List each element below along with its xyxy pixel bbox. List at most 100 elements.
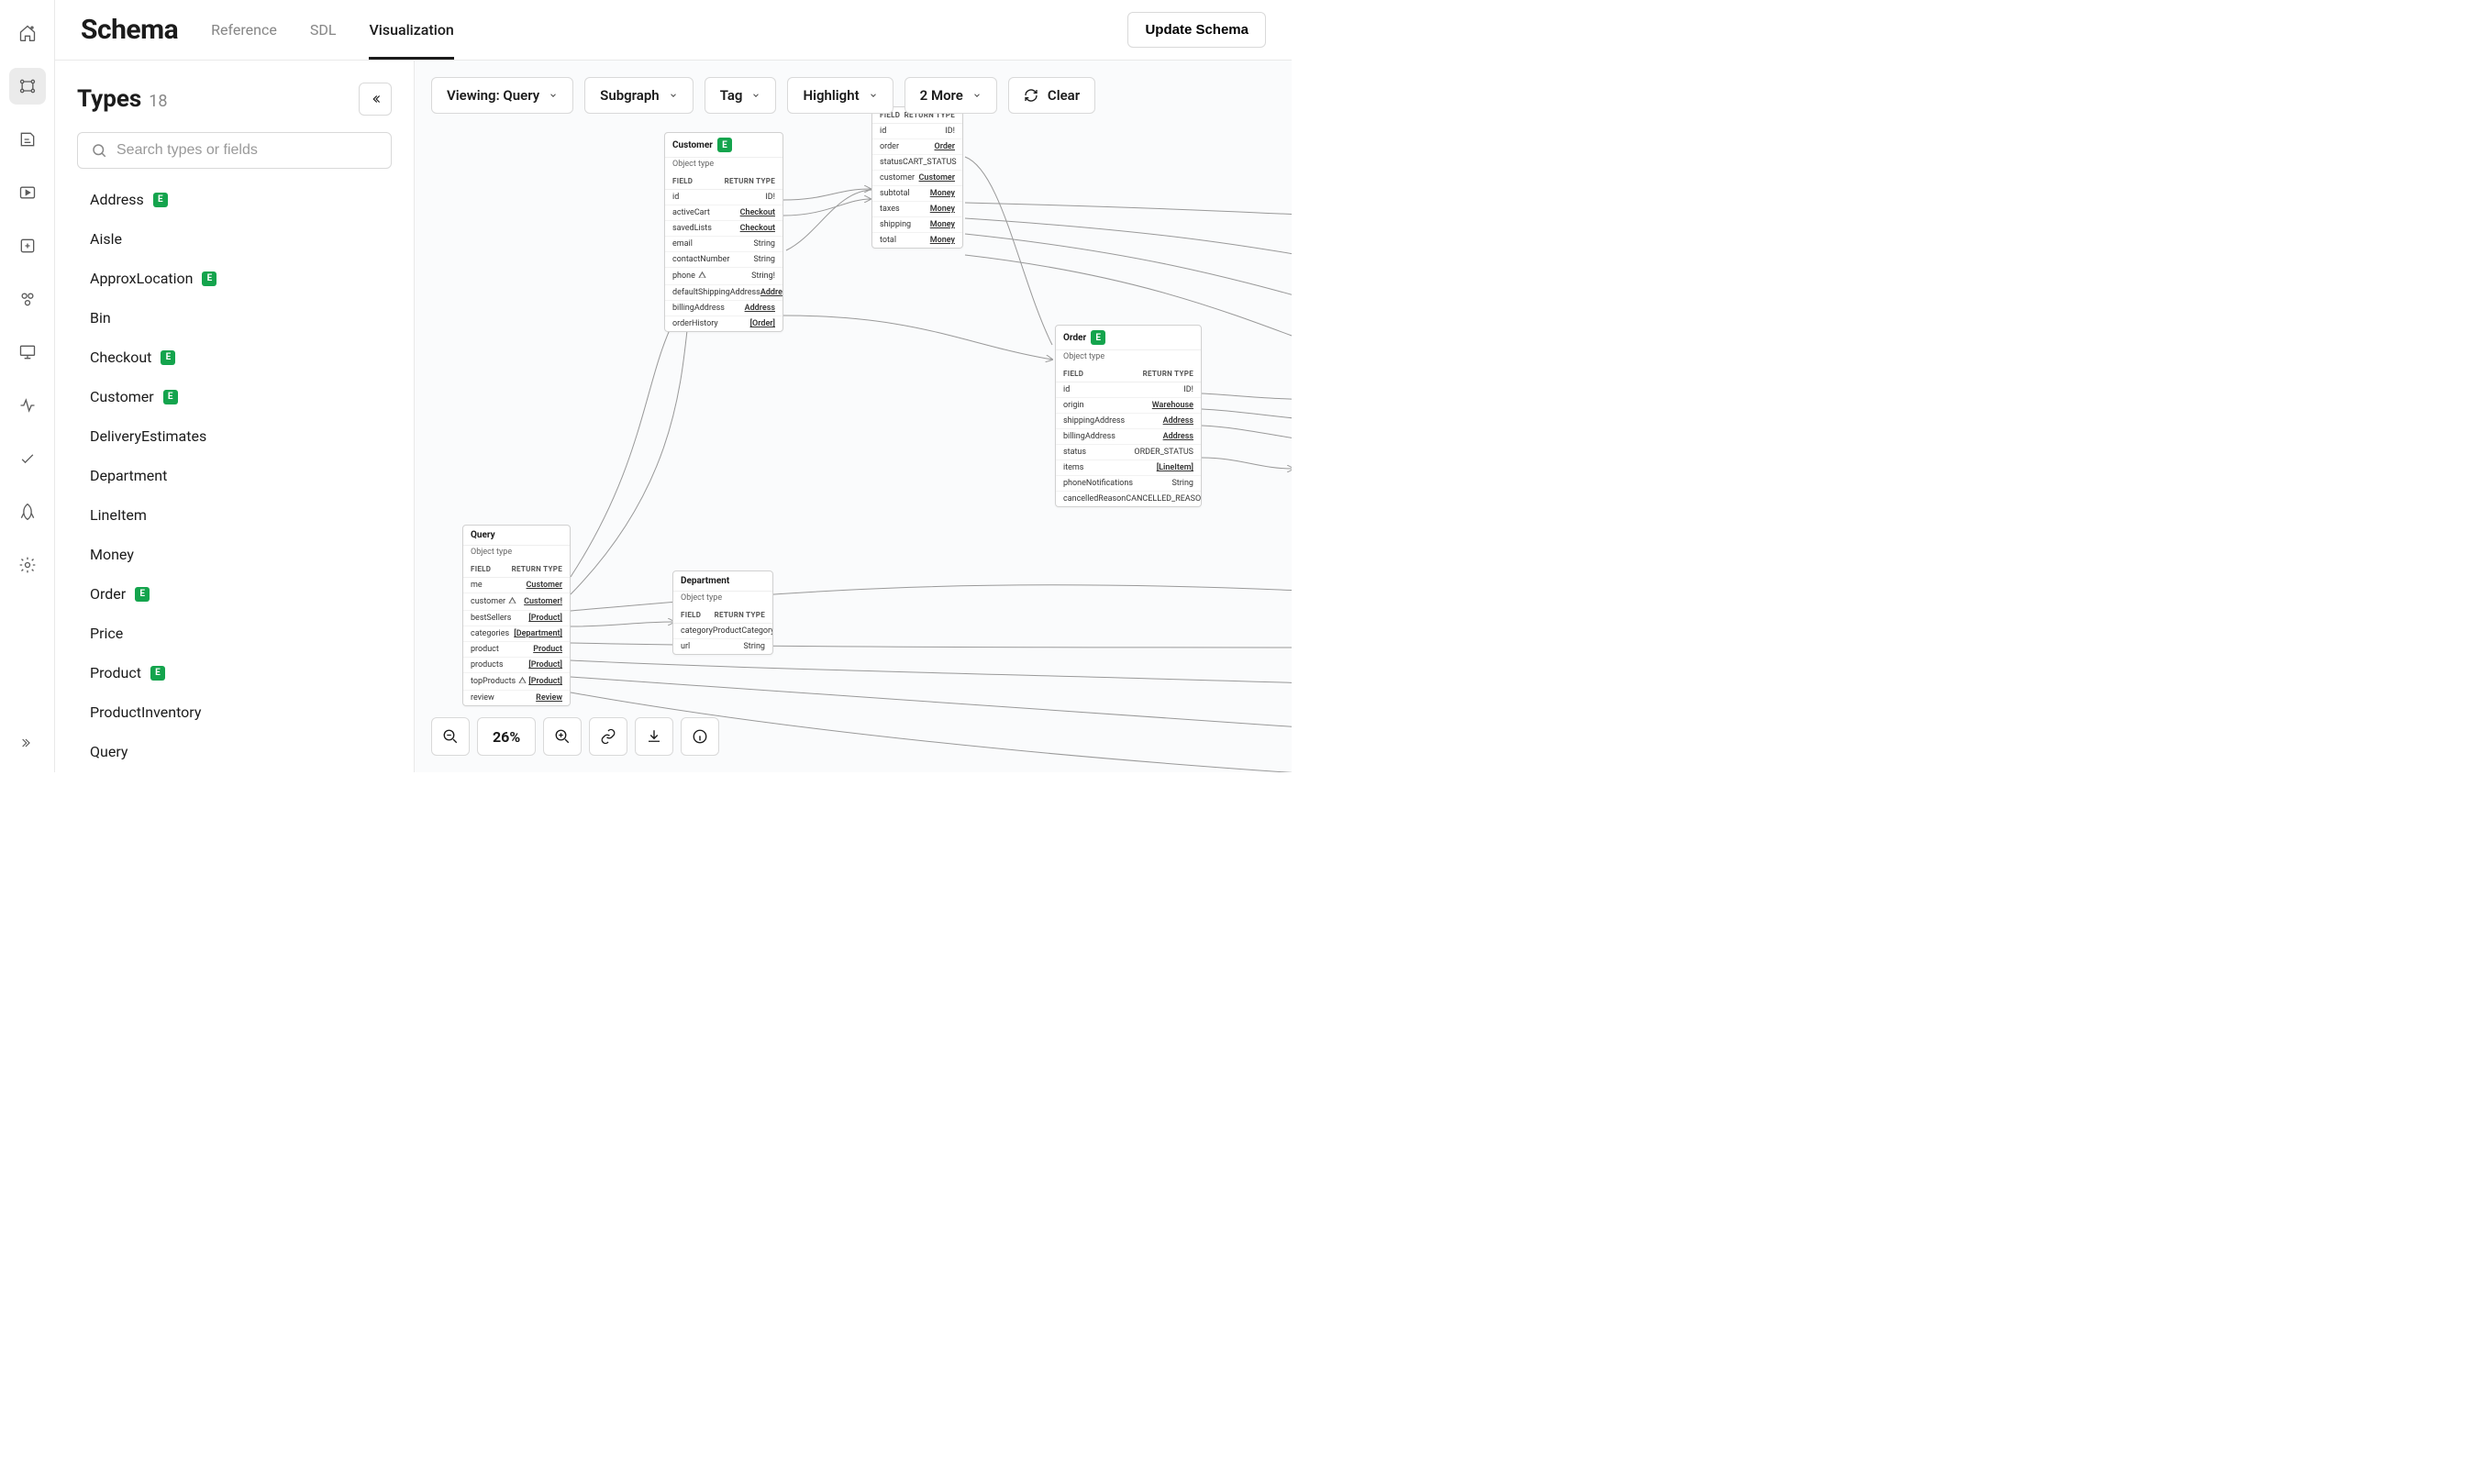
node-order[interactable]: OrderE Object type FIELDRETURN TYPE idID… xyxy=(1055,325,1202,507)
schema-graph-icon[interactable] xyxy=(9,68,46,105)
type-item-checkout[interactable]: CheckoutE xyxy=(77,338,392,377)
launch-icon[interactable] xyxy=(9,493,46,530)
field-row[interactable]: items[LineItem] xyxy=(1056,460,1201,476)
type-item-product[interactable]: ProductE xyxy=(77,653,392,692)
zoom-level: 26% xyxy=(477,717,536,756)
sidebar-count: 18 xyxy=(149,92,167,111)
subgraph-dropdown[interactable]: Subgraph xyxy=(584,77,694,114)
play-icon[interactable] xyxy=(9,174,46,211)
zoom-in-button[interactable] xyxy=(543,717,582,756)
type-list: AddressEAisleApproxLocationEBinCheckoutE… xyxy=(77,180,392,772)
clients-icon[interactable] xyxy=(9,281,46,317)
home-icon[interactable] xyxy=(9,15,46,51)
field-row[interactable]: taxesMoney xyxy=(872,202,962,217)
type-item-money[interactable]: Money xyxy=(77,535,392,574)
field-row[interactable]: emailString xyxy=(665,237,782,252)
download-button[interactable] xyxy=(635,717,673,756)
field-row[interactable]: orderHistory[Order] xyxy=(665,316,782,331)
types-sidebar: Types 18 AddressEAisleApproxLocationEBin… xyxy=(55,61,415,772)
visualization-canvas[interactable]: Viewing: Query Subgraph Tag Highlight 2 … xyxy=(415,61,1292,772)
node-customer[interactable]: CustomerE Object type FIELDRETURN TYPE i… xyxy=(664,132,783,332)
field-row[interactable]: shippingAddressAddress xyxy=(1056,414,1201,429)
type-item-aisle[interactable]: Aisle xyxy=(77,219,392,259)
type-item-query[interactable]: Query xyxy=(77,732,392,771)
field-row[interactable]: idID! xyxy=(665,190,782,205)
diff-icon[interactable] xyxy=(9,227,46,264)
highlight-dropdown[interactable]: Highlight xyxy=(787,77,893,114)
type-item-bin[interactable]: Bin xyxy=(77,298,392,338)
field-row[interactable]: meCustomer xyxy=(463,578,570,593)
field-row[interactable]: orderOrder xyxy=(872,139,962,155)
field-row[interactable]: phoneNotificationsString xyxy=(1056,476,1201,492)
field-row[interactable]: savedListsCheckout xyxy=(665,221,782,237)
refresh-icon xyxy=(1024,88,1038,103)
search-icon xyxy=(91,142,107,159)
type-item-department[interactable]: Department xyxy=(77,456,392,495)
field-row[interactable]: topProducts[Product] xyxy=(463,673,570,691)
insights-icon[interactable] xyxy=(9,387,46,424)
node-layer: CustomerE Object type FIELDRETURN TYPE i… xyxy=(415,61,1292,772)
field-row[interactable]: phoneString! xyxy=(665,268,782,285)
explorer-icon[interactable] xyxy=(9,121,46,158)
sidebar-title: Types xyxy=(77,85,141,113)
type-item-price[interactable]: Price xyxy=(77,614,392,653)
field-row[interactable]: defaultShippingAddressAddress xyxy=(665,285,782,301)
field-row[interactable]: subtotalMoney xyxy=(872,186,962,202)
tab-reference[interactable]: Reference xyxy=(211,0,277,60)
field-row[interactable]: customerCustomer! xyxy=(463,593,570,611)
field-row[interactable]: customerCustomer xyxy=(872,171,962,186)
monitor-icon[interactable] xyxy=(9,334,46,371)
field-row[interactable]: bestSellers[Product] xyxy=(463,611,570,626)
field-row[interactable]: cancelledReasonCANCELLED_REASON xyxy=(1056,492,1201,506)
field-row[interactable]: statusORDER_STATUS xyxy=(1056,445,1201,460)
link-button[interactable] xyxy=(589,717,627,756)
canvas-toolbar: Viewing: Query Subgraph Tag Highlight 2 … xyxy=(431,77,1292,114)
type-item-productinventory[interactable]: ProductInventory xyxy=(77,692,392,732)
type-item-address[interactable]: AddressE xyxy=(77,180,392,219)
field-row[interactable]: totalMoney xyxy=(872,233,962,248)
search-input[interactable] xyxy=(77,132,392,169)
header: Schema Reference SDL Visualization Updat… xyxy=(55,0,1292,61)
field-row[interactable]: reviewReview xyxy=(463,691,570,705)
page-title: Schema xyxy=(81,14,178,46)
node-checkout[interactable]: FIELDRETURN TYPE idID!orderOrderstatusCA… xyxy=(871,106,963,249)
field-row[interactable]: billingAddressAddress xyxy=(665,301,782,316)
field-row[interactable]: products[Product] xyxy=(463,658,570,673)
checks-icon[interactable] xyxy=(9,440,46,477)
collapse-sidebar-button[interactable] xyxy=(359,83,392,116)
field-row[interactable]: billingAddressAddress xyxy=(1056,429,1201,445)
node-query[interactable]: Query Object type FIELDRETURN TYPE meCus… xyxy=(462,525,571,706)
zoom-toolbar: 26% xyxy=(431,717,719,756)
info-button[interactable] xyxy=(681,717,719,756)
type-item-customer[interactable]: CustomerE xyxy=(77,377,392,416)
viewing-dropdown[interactable]: Viewing: Query xyxy=(431,77,573,114)
field-row[interactable]: originWarehouse xyxy=(1056,398,1201,414)
field-row[interactable]: statusCART_STATUS xyxy=(872,155,962,171)
field-row[interactable]: categoryProductCategory xyxy=(673,624,772,639)
zoom-out-button[interactable] xyxy=(431,717,470,756)
type-item-lineitem[interactable]: LineItem xyxy=(77,495,392,535)
search-field[interactable] xyxy=(117,142,378,159)
tag-dropdown[interactable]: Tag xyxy=(705,77,777,114)
expand-rail-icon[interactable] xyxy=(9,725,46,761)
type-item-deliveryestimates[interactable]: DeliveryEstimates xyxy=(77,416,392,456)
type-item-order[interactable]: OrderE xyxy=(77,574,392,614)
tab-sdl[interactable]: SDL xyxy=(310,0,337,60)
tab-visualization[interactable]: Visualization xyxy=(369,0,453,60)
more-dropdown[interactable]: 2 More xyxy=(905,77,997,114)
header-tabs: Reference SDL Visualization xyxy=(211,0,454,60)
nav-rail xyxy=(0,0,55,772)
field-row[interactable]: shippingMoney xyxy=(872,217,962,233)
clear-button[interactable]: Clear xyxy=(1008,77,1095,114)
node-department[interactable]: Department Object type FIELDRETURN TYPE … xyxy=(672,570,773,655)
type-item-approxlocation[interactable]: ApproxLocationE xyxy=(77,259,392,298)
field-row[interactable]: idID! xyxy=(1056,382,1201,398)
field-row[interactable]: productProduct xyxy=(463,642,570,658)
settings-icon[interactable] xyxy=(9,547,46,583)
field-row[interactable]: contactNumberString xyxy=(665,252,782,268)
field-row[interactable]: activeCartCheckout xyxy=(665,205,782,221)
field-row[interactable]: categories[Department] xyxy=(463,626,570,642)
field-row[interactable]: idID! xyxy=(872,124,962,139)
field-row[interactable]: urlString xyxy=(673,639,772,654)
update-schema-button[interactable]: Update Schema xyxy=(1127,12,1266,48)
